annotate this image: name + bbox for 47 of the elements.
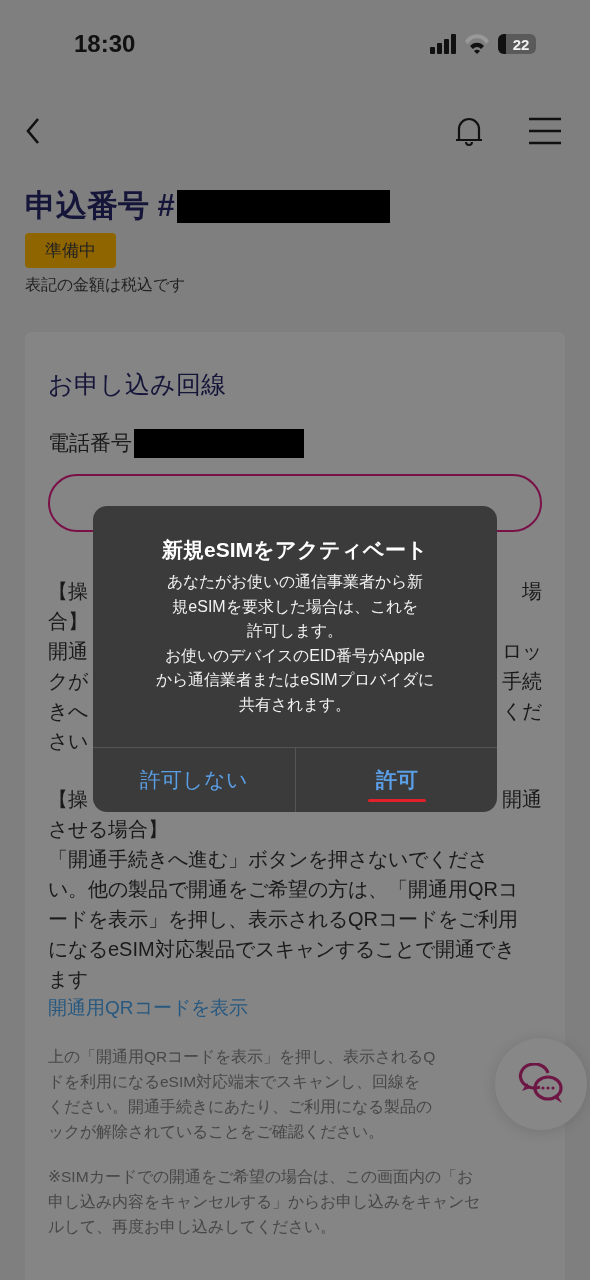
instruction-text: くだ	[502, 699, 542, 724]
clock-time: 18:30	[74, 30, 137, 58]
order-number-title: 申込番号 #	[25, 187, 175, 225]
tax-note: 表記の金額は税込です	[25, 275, 186, 295]
instruction-text: い。他の製品で開通をご希望の方は、「開通用QRコ	[48, 877, 518, 902]
dialog-message: お使いのデバイスのEID番号がApple	[165, 645, 425, 666]
instruction-text: クが	[48, 669, 88, 694]
note-text: ※SIMカードでの開通をご希望の場合は、この画面内の「お	[48, 1167, 473, 1187]
show-qr-code-link[interactable]: 開通用QRコードを表示	[48, 994, 248, 1022]
dialog-title: 新規eSIMをアクティベート	[161, 537, 429, 563]
note-text: ックが解除されていることをご確認ください。	[48, 1122, 384, 1142]
allow-button[interactable]: 許可	[295, 748, 497, 812]
wifi-icon	[464, 34, 490, 54]
back-icon[interactable]	[25, 117, 41, 145]
instruction-text: さい	[48, 729, 88, 754]
chat-bubbles-icon	[518, 1063, 564, 1105]
instruction-text: 合】	[48, 609, 88, 634]
instruction-text: 【操	[48, 579, 88, 604]
instruction-text: ードを表示」を押し、表示されるQRコードをご利用	[48, 907, 518, 932]
instruction-text: ロッ	[502, 639, 542, 664]
instruction-text: 手続	[502, 669, 542, 694]
instruction-text: になるeSIM対応製品でスキャンすることで開通でき	[48, 937, 515, 962]
instruction-text: ます	[48, 967, 88, 992]
menu-icon[interactable]	[529, 117, 561, 145]
note-text: ルして、再度お申し込みしてください。	[48, 1217, 336, 1237]
status-badge: 準備中	[25, 233, 116, 268]
dialog-message: 共有されます。	[239, 694, 351, 715]
deny-button[interactable]: 許可しない	[93, 748, 295, 812]
instruction-text: 「開通手続きへ進む」ボタンを押さないでくださ	[48, 847, 488, 872]
instruction-text: 【操	[48, 787, 88, 812]
signal-icon	[430, 34, 456, 54]
note-text: 申し込み内容をキャンセルする」からお申し込みをキャンセ	[48, 1192, 480, 1212]
note-text: ドを利用になるeSIM対応端末でスキャンし、回線を	[48, 1072, 421, 1092]
battery-icon: 22	[498, 34, 536, 54]
note-text: ください。開通手続きにあたり、ご利用になる製品の	[48, 1097, 432, 1117]
dialog-message: から通信業者またはeSIMプロバイダに	[156, 670, 434, 690]
notification-bell-icon[interactable]	[455, 116, 483, 146]
instruction-text: 開通	[48, 639, 88, 664]
dialog-message: 規eSIMを要求した場合は、これを	[172, 596, 418, 617]
section-heading: お申し込み回線	[48, 369, 227, 400]
instruction-text: きへ	[48, 699, 88, 724]
instruction-text: させる場合】	[48, 817, 168, 842]
dialog-message: 許可します。	[247, 621, 343, 641]
phone-number-label: 電話番号	[48, 430, 132, 456]
instruction-text: 開通	[502, 787, 542, 812]
dialog-message: あなたがお使いの通信事業者から新	[167, 572, 423, 592]
instruction-text: 場	[522, 579, 542, 604]
